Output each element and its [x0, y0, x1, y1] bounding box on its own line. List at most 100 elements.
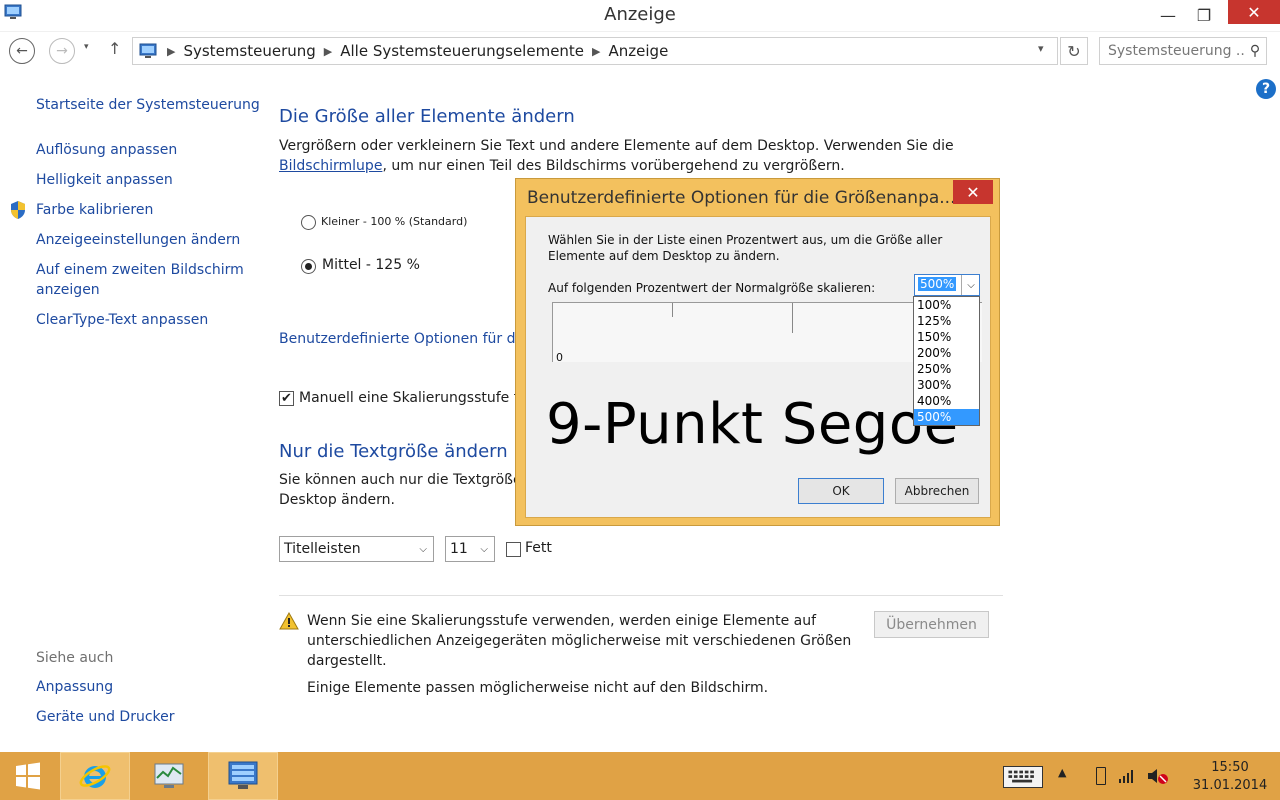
- ruler-zero-label: 0: [556, 351, 563, 364]
- scale-combobox[interactable]: 500% ⌵: [914, 274, 980, 296]
- manual-scaling-label: Manuell eine Skalierungsstufe für: [299, 390, 534, 406]
- manual-scaling-checkbox[interactable]: ✔: [279, 391, 294, 406]
- element-select-value: Titelleisten: [284, 541, 361, 557]
- taskbar-control-panel[interactable]: [208, 752, 278, 800]
- recent-locations-icon[interactable]: ▾: [84, 42, 89, 52]
- ok-button[interactable]: OK: [798, 478, 884, 504]
- text-size-desc: Sie können auch nur die Textgröße e: [279, 472, 535, 488]
- text-size-desc-2: Desktop ändern.: [279, 492, 395, 508]
- breadcrumb-anzeige[interactable]: Anzeige: [609, 42, 669, 60]
- left-link-home[interactable]: Startseite der Systemsteuerung: [36, 97, 260, 113]
- dialog-description-2: Elemente auf dem Desktop zu ändern.: [548, 249, 780, 263]
- monitor-icon: [154, 763, 184, 788]
- left-link-personalization[interactable]: Anpassung: [36, 679, 113, 695]
- custom-options-link[interactable]: Benutzerdefinierte Optionen für die: [279, 331, 528, 347]
- breadcrumb-systemsteuerung[interactable]: Systemsteuerung: [183, 42, 315, 60]
- left-link-display-settings[interactable]: Anzeigeeinstellungen ändern: [36, 232, 240, 248]
- warning-text-1: Wenn Sie eine Skalierungsstufe verwenden…: [307, 613, 817, 629]
- left-link-second-screen-cont[interactable]: anzeigen: [36, 282, 100, 298]
- scale-dropdown-list: 100% 125% 150% 200% 250% 300% 400% 500%: [913, 296, 980, 426]
- radio-small-label: Kleiner - 100 % (Standard): [321, 215, 468, 228]
- note-text: Einige Elemente passen möglicherweise ni…: [307, 680, 769, 696]
- navigation-bar: ← → ▾ ↑ ▶ Systemsteuerung ▶ Alle Systems…: [0, 34, 1280, 68]
- clock-date: 31.01.2014: [1192, 778, 1268, 793]
- chevron-down-icon[interactable]: ⌵: [961, 275, 980, 295]
- breadcrumb-alle-elemente[interactable]: Alle Systemsteuerungselemente: [340, 42, 584, 60]
- font-size-value: 11: [450, 541, 468, 557]
- minimize-button[interactable]: —: [1148, 0, 1188, 30]
- search-input[interactable]: Systemsteuerung ... ⚲: [1099, 37, 1267, 65]
- dialog-title: Benutzerdefinierte Optionen für die Größ…: [527, 188, 956, 208]
- left-link-brightness[interactable]: Helligkeit anpassen: [36, 172, 173, 188]
- checkmark-icon: ✔: [281, 391, 292, 406]
- bold-label: Fett: [525, 540, 552, 556]
- scale-option-100[interactable]: 100%: [914, 297, 979, 313]
- left-link-devices[interactable]: Geräte und Drucker: [36, 709, 175, 725]
- warning-text-3: dargestellt.: [307, 653, 387, 669]
- scale-option-500[interactable]: 500%: [914, 409, 979, 425]
- warning-icon: [279, 612, 299, 630]
- dialog-description: Wählen Sie in der Liste einen Prozentwer…: [548, 232, 948, 264]
- battery-icon[interactable]: [1096, 767, 1106, 785]
- bold-checkbox[interactable]: [506, 542, 521, 557]
- forward-button[interactable]: →: [49, 38, 75, 64]
- chevron-down-icon[interactable]: ▾: [1038, 42, 1044, 55]
- heading-text-size: Nur die Textgröße ändern: [279, 441, 508, 462]
- apply-button[interactable]: Übernehmen: [874, 611, 989, 638]
- intro-text-rest: , um nur einen Teil des Bildschirms vorü…: [382, 158, 845, 174]
- control-panel-icon: [228, 761, 258, 789]
- taskbar-resource-monitor[interactable]: [134, 752, 204, 800]
- cancel-button[interactable]: Abbrechen: [895, 478, 979, 504]
- refresh-button[interactable]: ↻: [1060, 37, 1088, 65]
- left-link-resolution[interactable]: Auflösung anpassen: [36, 142, 177, 158]
- scale-option-300[interactable]: 300%: [914, 377, 979, 393]
- window-title: Anzeige: [604, 4, 676, 25]
- network-signal-icon[interactable]: [1118, 768, 1134, 784]
- magnifier-link[interactable]: Bildschirmlupe: [279, 158, 382, 174]
- taskbar: ▲ 15:50 31.01.2014: [0, 752, 1280, 800]
- help-icon[interactable]: ?: [1256, 79, 1276, 99]
- see-also-label: Siehe auch: [36, 650, 114, 666]
- section-divider: [279, 595, 1003, 596]
- up-button[interactable]: ↑: [108, 39, 121, 58]
- scale-option-125[interactable]: 125%: [914, 313, 979, 329]
- clock[interactable]: 15:50 31.01.2014: [1190, 759, 1270, 795]
- back-button[interactable]: ←: [9, 38, 35, 64]
- left-link-cleartype[interactable]: ClearType-Text anpassen: [36, 312, 208, 328]
- close-button[interactable]: ✕: [1228, 0, 1280, 24]
- intro-text-2: Bildschirmlupe, um nur einen Teil des Bi…: [279, 156, 845, 176]
- control-panel-icon: [139, 43, 157, 58]
- uac-shield-icon: [11, 201, 25, 219]
- scale-option-150[interactable]: 150%: [914, 329, 979, 345]
- chevron-right-icon: ▶: [167, 44, 176, 58]
- warning-text-2: unterschiedlichen Anzeigegeräten möglich…: [307, 633, 852, 649]
- heading-resize-all: Die Größe aller Elemente ändern: [279, 106, 575, 127]
- radio-medium[interactable]: [301, 259, 316, 274]
- maximize-button[interactable]: ❐: [1184, 0, 1224, 30]
- element-select[interactable]: Titelleisten ⌵: [279, 536, 434, 562]
- clock-time: 15:50: [1211, 760, 1249, 775]
- chevron-down-icon: ⌵: [480, 543, 488, 555]
- search-icon[interactable]: ⚲: [1244, 43, 1266, 59]
- ruler-tick: [792, 303, 793, 333]
- touch-keyboard-icon[interactable]: [1003, 766, 1043, 788]
- ruler-tick: [672, 303, 673, 317]
- volume-muted-icon[interactable]: [1146, 766, 1170, 786]
- font-sample-text: 9-Punkt Segoe: [546, 392, 959, 457]
- radio-small[interactable]: [301, 215, 316, 230]
- font-size-select[interactable]: 11 ⌵: [445, 536, 495, 562]
- chevron-down-icon: ⌵: [419, 543, 427, 555]
- scale-combobox-value: 500%: [918, 277, 957, 291]
- left-link-second-screen[interactable]: Auf einem zweiten Bildschirm: [36, 262, 244, 278]
- internet-explorer-icon: [79, 765, 111, 788]
- windows-start-icon[interactable]: [10, 758, 46, 794]
- left-link-calibrate[interactable]: Farbe kalibrieren: [36, 202, 153, 218]
- dialog-close-button[interactable]: ✕: [953, 180, 993, 204]
- radio-selected-dot: [305, 263, 312, 270]
- address-bar[interactable]: ▶ Systemsteuerung ▶ Alle Systemsteuerung…: [132, 37, 1058, 65]
- show-hidden-icons[interactable]: ▲: [1058, 766, 1066, 779]
- scale-option-250[interactable]: 250%: [914, 361, 979, 377]
- scale-option-400[interactable]: 400%: [914, 393, 979, 409]
- taskbar-internet-explorer[interactable]: [60, 752, 130, 800]
- scale-option-200[interactable]: 200%: [914, 345, 979, 361]
